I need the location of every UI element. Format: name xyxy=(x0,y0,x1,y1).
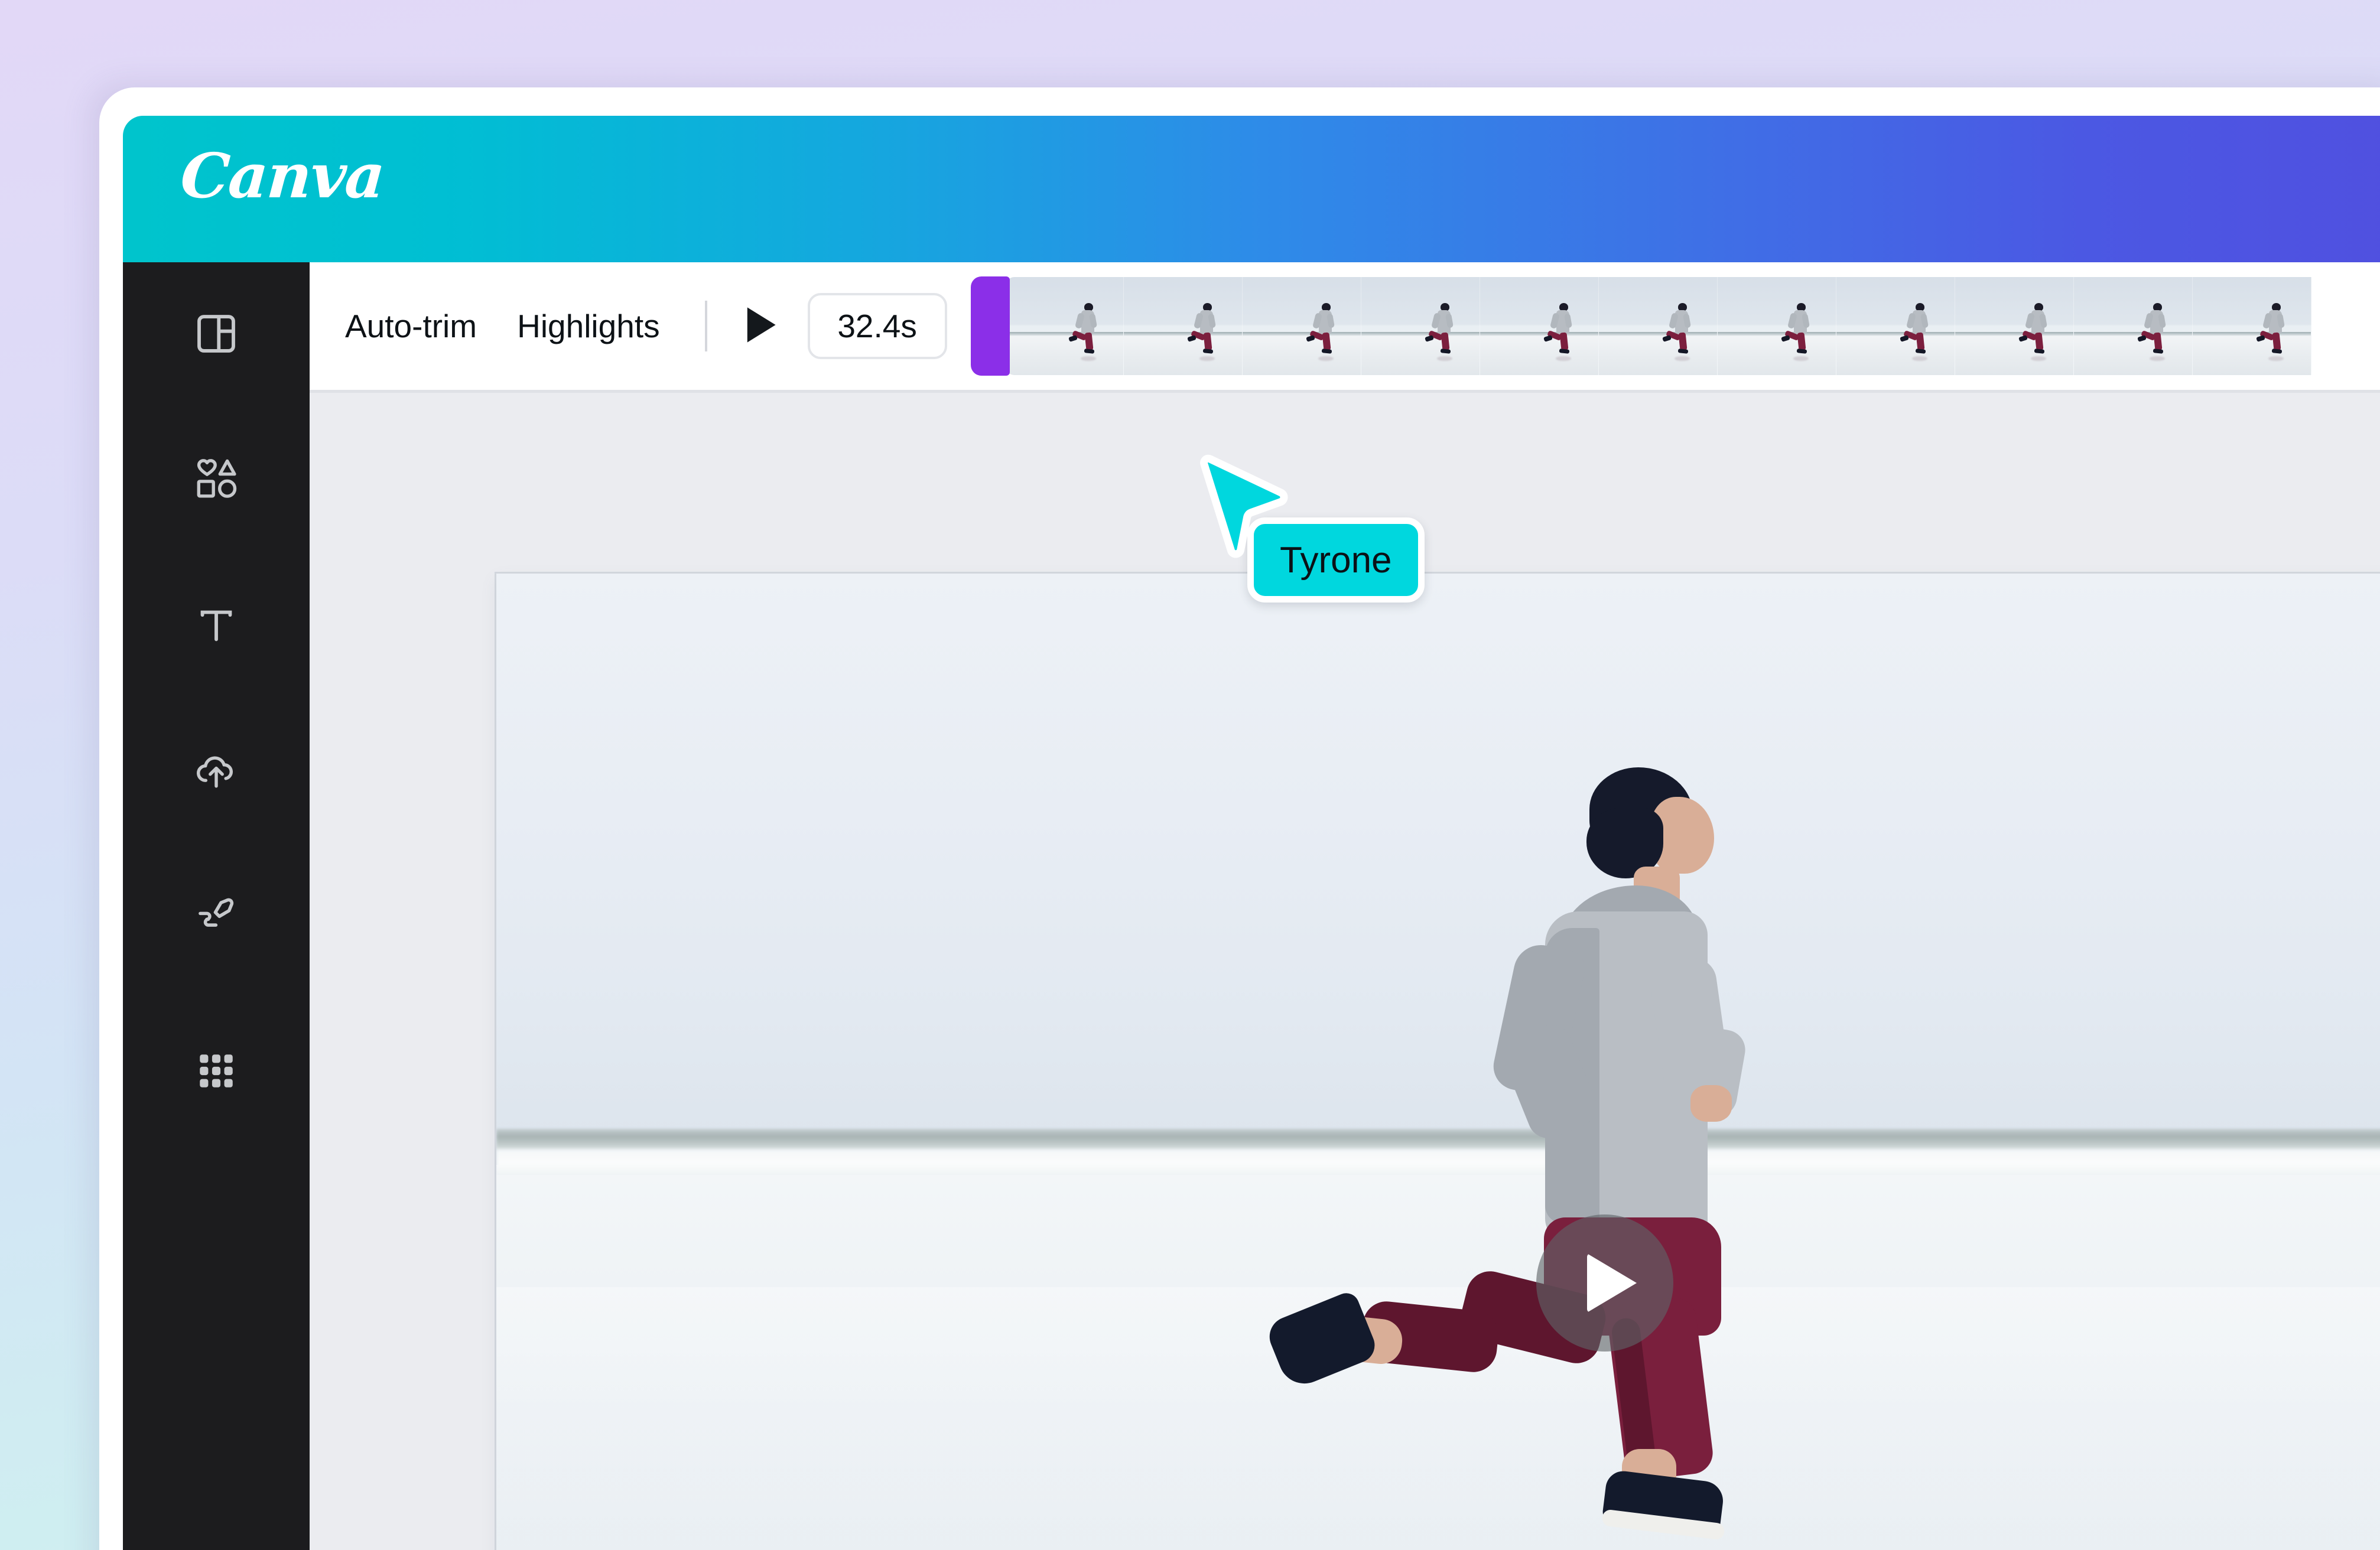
filmstrip-frame[interactable] xyxy=(1836,277,1955,375)
upload-cloud-icon xyxy=(193,748,239,794)
play-overlay-button[interactable] xyxy=(1536,1214,1673,1352)
auto-trim-button[interactable]: Auto-trim xyxy=(325,307,497,345)
trim-handle[interactable] xyxy=(971,276,1010,376)
frame-sand xyxy=(1124,336,1242,375)
timeline-filmstrip[interactable] xyxy=(1005,277,2380,375)
highlights-button[interactable]: Highlights xyxy=(497,307,680,345)
frame-sand xyxy=(1480,336,1598,375)
filmstrip-frame[interactable] xyxy=(1243,277,1361,375)
frame-sand xyxy=(1361,336,1480,375)
filmstrip-frame[interactable] xyxy=(1955,277,2074,375)
frame-sand xyxy=(2193,336,2311,375)
sidebar-item-apps[interactable] xyxy=(123,1027,310,1115)
play-icon xyxy=(1587,1253,1637,1313)
grid-apps-icon xyxy=(194,1049,238,1093)
frame-runner xyxy=(2259,303,2290,362)
frame-runner xyxy=(1784,303,1815,362)
frame-runner xyxy=(1309,303,1339,362)
runner-figure xyxy=(1267,751,1799,1519)
filmstrip-frame[interactable] xyxy=(2074,277,2193,375)
frame-sand xyxy=(1718,336,1836,375)
sidebar-item-elements[interactable] xyxy=(123,435,310,523)
frame-sand xyxy=(1243,336,1361,375)
play-button[interactable] xyxy=(729,297,792,356)
frame-runner xyxy=(1546,303,1577,362)
frame-runner xyxy=(1071,303,1102,362)
video-toolbar: Auto-trim Highlights 32.4s xyxy=(310,262,2380,393)
filmstrip-frame[interactable] xyxy=(1005,277,1124,375)
sidebar-item-design[interactable] xyxy=(123,289,310,378)
shapes-icon xyxy=(193,456,239,502)
filmstrip-frame[interactable] xyxy=(1361,277,1480,375)
frame-runner xyxy=(1190,303,1221,362)
filmstrip-frame[interactable] xyxy=(1480,277,1599,375)
text-icon xyxy=(194,604,238,647)
video-scene xyxy=(496,574,2380,1550)
frame-runner xyxy=(1665,303,1696,362)
frame-sand xyxy=(1599,336,1717,375)
frame-runner xyxy=(1428,303,1458,362)
frame-runner xyxy=(2140,303,2171,362)
sidebar-item-uploads[interactable] xyxy=(123,727,310,815)
frame-sand xyxy=(1836,336,1955,375)
frame-sand xyxy=(1005,336,1123,375)
duration-field[interactable]: 32.4s xyxy=(808,293,947,359)
sidebar-item-draw[interactable] xyxy=(123,872,310,960)
filmstrip-frame[interactable] xyxy=(1599,277,1718,375)
frame-sand xyxy=(2074,336,2192,375)
app-header: Canva xyxy=(123,116,2380,262)
filmstrip-frame[interactable] xyxy=(1718,277,1836,375)
layout-icon xyxy=(194,312,238,356)
pen-icon xyxy=(193,893,240,940)
collaborator-name-tag: Tyrone xyxy=(1247,517,1425,603)
frame-runner xyxy=(2021,303,2052,362)
play-icon xyxy=(740,303,781,350)
sidebar-item-text[interactable] xyxy=(123,581,310,670)
left-sidebar xyxy=(123,262,310,1550)
app-window: Canva xyxy=(123,116,2380,1550)
frame-sand xyxy=(1955,336,2073,375)
frame-runner xyxy=(1903,303,1933,362)
video-canvas[interactable] xyxy=(496,574,2380,1550)
screenshot-root: Canva xyxy=(0,0,2380,1550)
canva-logo[interactable]: Canva xyxy=(178,145,386,207)
filmstrip-frame[interactable] xyxy=(1124,277,1243,375)
filmstrip-frame[interactable] xyxy=(2193,277,2311,375)
toolbar-divider xyxy=(705,301,707,351)
